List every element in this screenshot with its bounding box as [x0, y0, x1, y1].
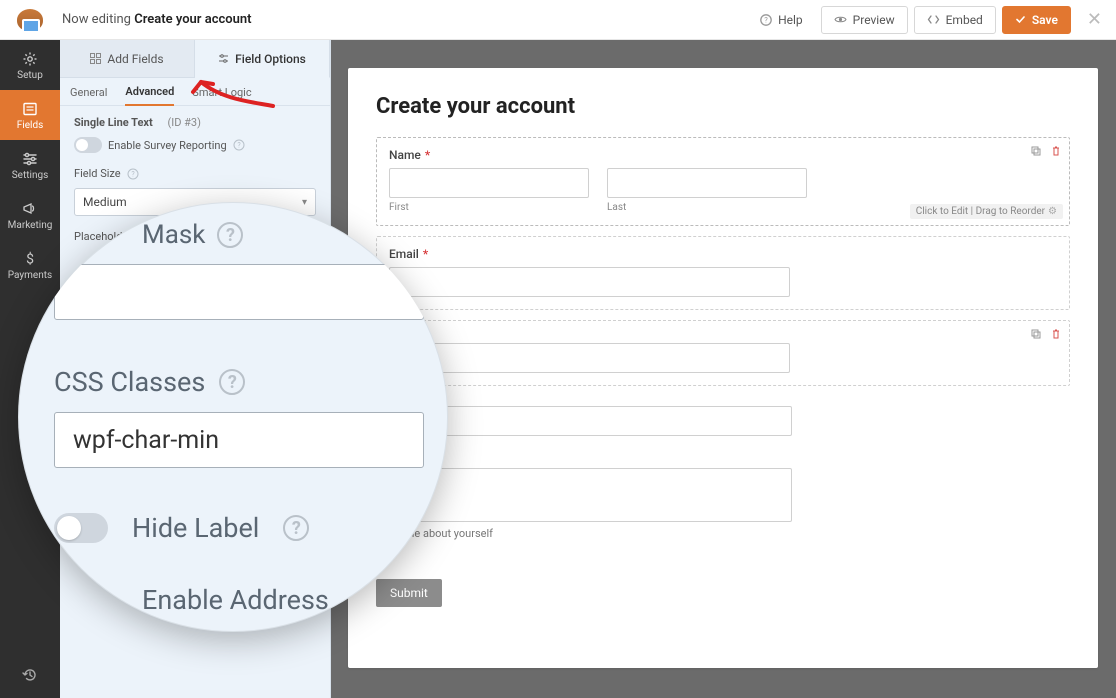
email-input[interactable]	[389, 267, 790, 297]
svg-text:?: ?	[764, 15, 768, 24]
enable-survey-row: Enable Survey Reporting ?	[74, 137, 316, 153]
top-toolbar: Now editing Create your account ? Help P…	[0, 0, 1116, 40]
grid-icon	[90, 53, 101, 64]
lens-enable-address-label: Enable Address	[54, 584, 424, 616]
lens-css-classes-label: CSS Classes ?	[54, 366, 424, 398]
last-sublabel: Last	[607, 202, 807, 213]
close-builder-button[interactable]: ✕	[1087, 9, 1102, 30]
field-identifier: Single Line Text (ID #3)	[74, 116, 316, 129]
help-icon[interactable]: ?	[127, 168, 139, 180]
field-about[interactable]: us a little about yourself	[376, 458, 1070, 553]
help-icon[interactable]: ?	[233, 139, 245, 151]
first-name-input[interactable]	[389, 168, 589, 198]
trash-icon[interactable]	[1049, 327, 1063, 341]
rail-settings[interactable]: Settings	[0, 140, 60, 190]
extra-input-1[interactable]	[389, 343, 790, 373]
help-icon: ?	[760, 14, 772, 26]
duplicate-icon[interactable]	[1029, 327, 1043, 341]
sliders-icon	[21, 150, 39, 168]
field-extra-2[interactable]	[376, 396, 1070, 448]
check-icon	[1015, 14, 1026, 25]
gear-icon: ⚙	[1048, 206, 1057, 217]
subtab-advanced[interactable]: Advanced	[125, 85, 174, 106]
rail-setup[interactable]: Setup	[0, 40, 60, 90]
form-title: Create your account	[376, 94, 1070, 119]
now-editing-text: Now editing Create your account	[62, 12, 252, 27]
form-card: Create your account Name* First Last	[348, 68, 1098, 668]
svg-text:?: ?	[131, 170, 135, 178]
last-name-input[interactable]	[607, 168, 807, 198]
trash-icon[interactable]	[1049, 144, 1063, 158]
lens-css-classes-input[interactable]: wpf-char-min	[54, 412, 424, 468]
field-name[interactable]: Name* First Last Click to Edit | Drag to…	[376, 137, 1070, 226]
duplicate-icon[interactable]	[1029, 144, 1043, 158]
help-icon[interactable]: ?	[217, 222, 243, 248]
gear-icon	[21, 50, 39, 68]
eye-icon	[834, 13, 847, 26]
rail-history[interactable]	[0, 652, 60, 698]
hide-label-toggle[interactable]	[54, 513, 108, 543]
subtab-smart-logic[interactable]: Smart Logic	[192, 86, 251, 105]
tab-add-fields[interactable]: Add Fields	[60, 40, 195, 78]
field-hint: Click to Edit | Drag to Reorder ⚙	[910, 204, 1063, 219]
help-icon[interactable]: ?	[283, 515, 309, 541]
subtab-general[interactable]: General	[70, 86, 107, 105]
lens-input-mask-field[interactable]	[54, 264, 424, 320]
enable-survey-toggle[interactable]	[74, 137, 102, 153]
form-icon	[21, 100, 39, 118]
lens-hide-label-row: Hide Label ?	[54, 512, 424, 544]
field-size-label: Field Size ?	[74, 167, 316, 180]
field-email[interactable]: Email*	[376, 236, 1070, 310]
preview-button[interactable]: Preview	[821, 6, 908, 34]
sidebar-sub-tabs: General Advanced Smart Logic	[60, 78, 330, 106]
app-logo	[14, 4, 46, 36]
sidebar-main-tabs: Add Fields Field Options	[60, 40, 330, 78]
sliders-icon	[218, 53, 229, 64]
help-button[interactable]: ? Help	[748, 6, 815, 34]
tab-field-options[interactable]: Field Options	[195, 40, 330, 78]
save-button[interactable]: Save	[1002, 6, 1071, 34]
help-icon[interactable]: ?	[219, 369, 245, 395]
embed-button[interactable]: Embed	[914, 6, 996, 34]
rail-fields[interactable]: Fields	[0, 90, 60, 140]
svg-text:?: ?	[237, 142, 241, 150]
code-icon	[927, 13, 940, 26]
history-icon	[22, 667, 38, 683]
lens-input-mask-label: Mask ?	[54, 220, 424, 250]
field-extra-1[interactable]	[376, 320, 1070, 386]
magnifier-lens: Mask ? CSS Classes ? wpf-char-min Hide L…	[18, 202, 448, 632]
